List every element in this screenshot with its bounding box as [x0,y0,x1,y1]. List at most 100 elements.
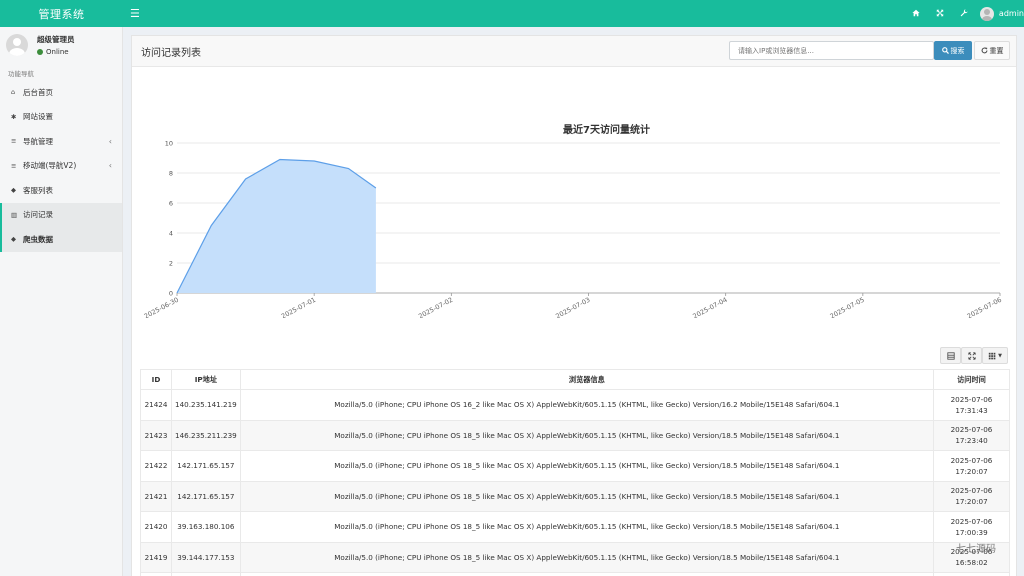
user-panel: 超级管理员 Online [0,27,122,63]
cell-ip: 146.235.211.239 [171,419,241,451]
column-header-ip[interactable]: IP地址 [171,369,241,390]
brand-logo[interactable]: 管理系统 [0,0,123,27]
chevron-left-icon[interactable]: ‹ [109,137,112,146]
sidebar-item-label: 爬虫数据 [23,234,53,244]
expand-icon[interactable] [928,9,952,19]
table-row[interactable]: 2141827.115.124.70Mozilla/5.0 (Linux; U;… [140,572,1010,576]
series-area [177,159,376,293]
menu-toggle-icon[interactable]: ☰ [130,7,140,20]
columns-icon [988,352,996,359]
sidebar-item[interactable]: ≡ 移动端(导航V2) ‹ [0,154,122,179]
x-tick-label: 2025-07-04 [691,296,728,318]
chart-icon: ▥ [11,210,18,219]
cell-ip: 39.163.180.106 [171,511,241,543]
tag-icon: ◆ [11,186,16,195]
x-tick-label: 2025-07-02 [417,296,454,318]
x-tick-label: 2025-07-05 [829,296,866,318]
cell-ua: Mozilla/5.0 (iPhone; CPU iPhone OS 18_5 … [239,511,935,543]
cell-ip: 140.235.141.219 [171,389,241,421]
admin-username[interactable]: admin [999,9,1024,18]
x-tick-label: 2025-07-01 [280,296,317,318]
chevron-down-icon: ▼ [998,352,1002,359]
cell-id: 21419 [140,541,172,573]
list-icon: ≡ [11,137,17,146]
sidebar-item-label: 客服列表 [23,185,53,195]
y-tick-label: 0 [169,290,173,298]
cell-clock: 17:20:07 [955,466,988,476]
sidebar-item[interactable]: ▥ 访问记录 [0,202,122,227]
user-name: 超级管理员 [37,35,75,44]
table-row[interactable]: 21423 146.235.211.239 Mozilla/5.0 (iPhone;… [140,419,1010,451]
fullscreen-icon [967,351,976,360]
toggle-view-button[interactable] [940,347,961,364]
columns-dropdown-button[interactable]: ▼ [982,347,1008,364]
page-title: 访问记录列表 [141,47,201,59]
y-tick-label: 2 [169,260,173,268]
sidebar-item-label: 网站设置 [23,112,53,122]
x-tick-label: 2025-06-30 [143,296,180,318]
cell-date: 2025-07-06 [950,425,993,435]
y-tick-label: 10 [165,140,173,148]
table-row[interactable]: 21421 142.171.65.157 Mozilla/5.0 (iPhone; … [140,480,1010,512]
cell-time: 2025-07-06 17:23:40 [933,419,1010,451]
wrench-icon[interactable] [952,8,976,19]
user-status: Online [37,48,75,56]
chevron-left-icon[interactable]: ‹ [109,161,112,170]
cell-id: 21418 [140,572,172,576]
search-input[interactable] [729,41,934,60]
watermark-logo: 七七源码 [956,544,996,555]
cell-ua: Mozilla/5.0 (iPhone; CPU iPhone OS 18_5 … [239,541,935,573]
table-row[interactable]: 21420 39.163.180.106 Mozilla/5.0 (iPhone; … [140,511,1010,543]
cell-ip: 27.115.124.70 [171,572,241,576]
table-header-row: ID IP地址 浏览器信息 访问时间 [140,369,1010,390]
sidebar-item-label: 访问记录 [23,210,53,220]
cell-date: 2025-07-06 [950,486,993,496]
home-icon[interactable] [904,9,928,19]
cell-clock: 17:20:07 [955,497,988,507]
search-button[interactable]: 搜索 [934,41,972,60]
user-avatar [6,34,28,56]
refresh-icon [981,47,987,54]
sidebar-item[interactable]: ◆ 客服列表 [0,178,122,203]
column-header-time[interactable]: 访问时间 [933,369,1010,390]
table-row[interactable]: 21419 39.144.177.153 Mozilla/5.0 (iPhone; … [140,541,1010,573]
fullscreen-button[interactable] [961,347,982,364]
content-panel: 访问记录列表 搜索 重置 最近7天访问量统计 0 2 4 6 8 10 2025-06-30 2… [131,35,1017,576]
home-icon: ⌂ [11,88,16,97]
cell-id: 21424 [140,389,172,421]
cell-time: 2025-07-06 17:20:07 [933,450,1010,482]
nav-list: ⌂ 后台首页 ✱ 网站设置 ≡ 导航管理 ‹ ≡ 移动端(导航V2) ‹ ◆ 客服列表 ▥ 访问记录 ◆ 爬虫… [0,80,122,252]
x-tick-label: 2025-07-03 [554,296,591,318]
sidebar-item[interactable]: ◆ 爬虫数据 [0,227,122,252]
sidebar-item[interactable]: ⌂ 后台首页 [0,80,122,105]
cell-time: 2025-07-06 17:00:39 [933,511,1010,543]
sidebar-item[interactable]: ✱ 网站设置 [0,105,122,130]
reset-button[interactable]: 重置 [974,41,1010,60]
column-header-id[interactable]: ID [140,369,172,390]
cell-time: 2025-07-0621:30:30 [933,572,1010,576]
cell-ua: Mozilla/5.0 (iPhone; CPU iPhone OS 16_2 … [239,389,935,421]
online-dot-icon [37,49,43,55]
column-header-ua[interactable]: 浏览器信息 [239,369,935,390]
table-row[interactable]: 21422 142.171.65.157 Mozilla/5.0 (iPhone; … [140,450,1010,482]
cell-id: 21423 [140,419,172,451]
visits-chart: 最近7天访问量统计 0 2 4 6 8 10 2025-06-30 2025-07-01 2025… [132,68,1018,321]
cell-ip: 142.171.65.157 [171,480,241,512]
table-body: 21424 140.235.141.219 Mozilla/5.0 (iPhone;… [140,389,1010,576]
cell-id: 21420 [140,511,172,543]
y-tick-label: 8 [169,170,173,178]
sidebar: 超级管理员 Online 功能导航 ⌂ 后台首页 ✱ 网站设置 ≡ 导航管理 ‹ ≡ 移动端(导… [0,27,123,576]
cell-ip: 39.144.177.153 [171,541,241,573]
table-row[interactable]: 21424 140.235.141.219 Mozilla/5.0 (iPhone;… [140,389,1010,421]
sidebar-item-label: 移动端(导航V2) [23,161,77,171]
cell-date: 2025-07-06 [950,394,993,404]
sidebar-item-label: 后台首页 [23,87,53,97]
y-tick-label: 6 [169,200,173,208]
cell-clock: 17:23:40 [955,436,988,446]
admin-avatar[interactable] [979,6,994,21]
sidebar-item[interactable]: ≡ 导航管理 ‹ [0,129,122,154]
cell-date: 2025-07-06 [950,455,993,465]
cell-time: 2025-07-06 17:20:07 [933,480,1010,512]
cogs-icon: ✱ [11,112,17,121]
cell-ua: Mozilla/5.0 (iPhone; CPU iPhone OS 18_5 … [239,450,935,482]
